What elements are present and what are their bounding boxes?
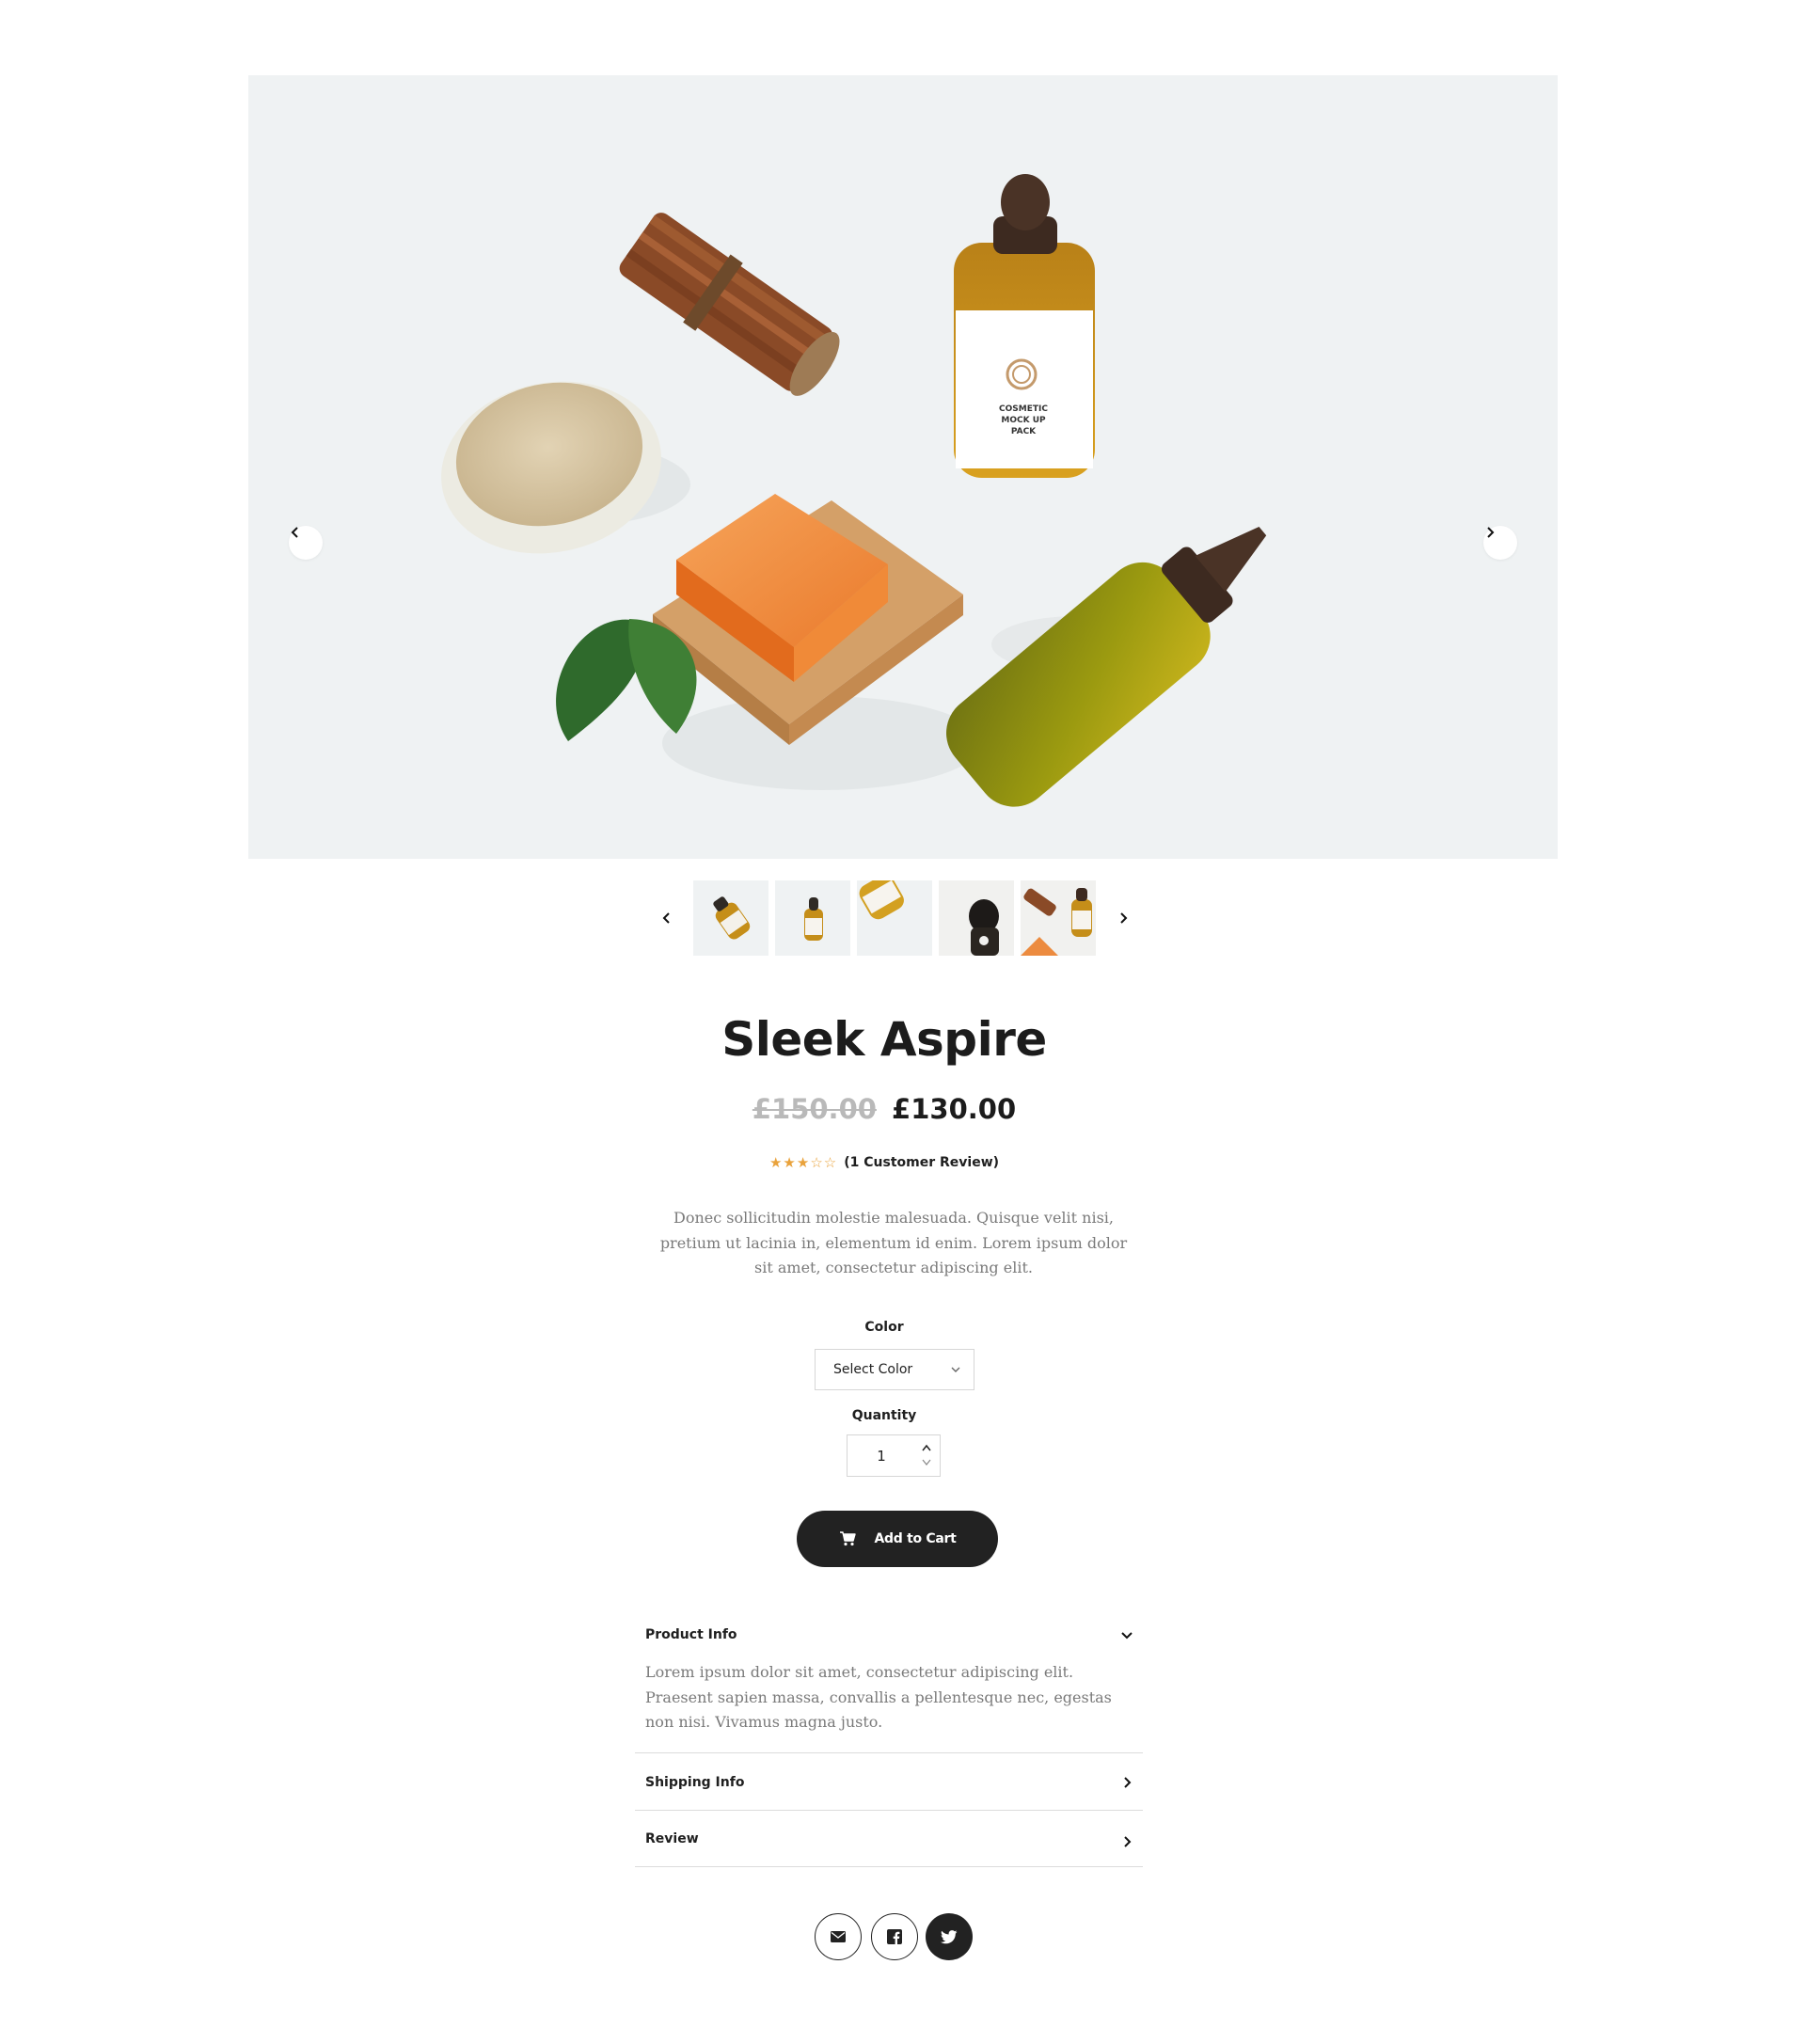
twitter-icon [941,1929,958,1943]
product-photo: COSMETIC MOCK UP PACK [441,174,1267,807]
accordion-header-product-info[interactable]: Product Info [635,1621,1143,1649]
thumbnail-3[interactable] [857,880,932,956]
price-block: £150.00 £130.00 [0,1093,1768,1125]
quantity-increase-button[interactable] [919,1441,934,1454]
star-filled-icon: ★ [768,1154,783,1171]
old-price: £150.00 [752,1093,877,1125]
accordion-title: Review [645,1831,699,1846]
quantity-decrease-button[interactable] [919,1456,934,1469]
bottle-label-line-3: PACK [1011,427,1037,436]
share-twitter-button[interactable] [926,1913,973,1960]
thumbnail-image [939,880,1014,956]
star-empty-icon: ☆ [810,1154,823,1171]
star-filled-icon: ★ [783,1154,796,1171]
envelope-icon [831,1931,846,1942]
chevron-down-icon [951,1367,960,1372]
bottle-label-line-2: MOCK UP [1001,416,1046,425]
chevron-left-icon [291,527,298,538]
thumbnail-image [1021,880,1096,956]
star-filled-icon: ★ [796,1154,810,1171]
chevron-left-icon [662,912,670,924]
star-rating: ★ ★ ★ ☆ ☆ [769,1156,836,1170]
thumbnail-2[interactable] [775,880,850,956]
bottle-label-line-1: COSMETIC [999,404,1048,414]
share-facebook-button[interactable] [871,1913,918,1960]
add-to-cart-button[interactable]: Add to Cart [797,1511,998,1567]
customer-review-link[interactable]: (1 Customer Review) [844,1155,999,1170]
divider [635,1866,1143,1867]
add-to-cart-label: Add to Cart [874,1531,957,1546]
share-email-button[interactable] [815,1913,862,1960]
thumbnail-image [859,880,904,920]
quantity-input[interactable] [848,1435,915,1476]
facebook-icon [887,1929,902,1944]
product-title: Sleek Aspire [721,1012,1047,1067]
color-select[interactable]: Select Color [815,1349,974,1390]
current-price: £130.00 [892,1093,1017,1125]
quantity-stepper [847,1434,941,1477]
gallery-prev-button[interactable] [289,526,323,560]
thumbnail-image [804,897,823,941]
cart-icon [839,1531,856,1546]
chevron-right-icon [1120,912,1128,924]
divider [635,1752,1143,1753]
product-main-image: COSMETIC MOCK UP PACK [248,75,1558,859]
gallery-next-button[interactable] [1483,526,1517,560]
thumbnail-4[interactable] [939,880,1014,956]
chevron-down-icon [922,1459,931,1466]
color-select-value: Select Color [833,1362,913,1377]
thumbnail-1[interactable] [693,880,768,956]
thumbnail-5[interactable] [1021,880,1096,956]
accordion-title: Product Info [645,1627,737,1642]
accordion-title: Shipping Info [645,1775,745,1790]
chevron-up-icon [922,1444,931,1451]
chevron-right-icon [1487,527,1495,538]
thumbnails-prev-button[interactable] [656,907,678,929]
chevron-right-icon [1124,1777,1132,1788]
quantity-label: Quantity [851,1408,917,1423]
chevron-right-icon [1124,1836,1132,1847]
rating: ★ ★ ★ ☆ ☆ (1 Customer Review) [0,1155,1768,1170]
chevron-down-icon [1121,1632,1133,1640]
accordion-body-product-info: Lorem ipsum dolor sit amet, consectetur … [645,1663,1112,1731]
divider [635,1810,1143,1811]
accordion-header-review[interactable]: Review [635,1825,1143,1853]
color-label: Color [864,1320,904,1335]
thumbnail-image [713,896,751,940]
star-empty-icon: ☆ [823,1154,837,1171]
thumbnails-next-button[interactable] [1112,907,1134,929]
product-description: Donec sollicitudin molestie malesuada. Q… [659,1209,1128,1276]
accordion-header-shipping-info[interactable]: Shipping Info [635,1768,1143,1797]
